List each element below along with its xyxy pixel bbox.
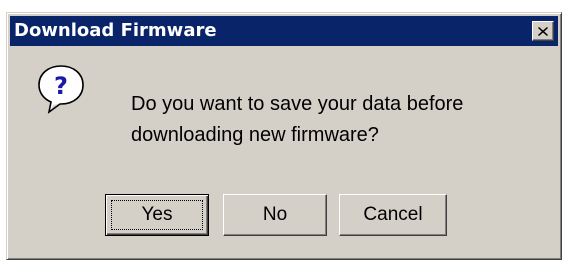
close-button[interactable] — [532, 21, 554, 41]
window-title: Download Firmware — [14, 20, 217, 41]
download-firmware-dialog: Download Firmware ? Do you want to save … — [6, 12, 562, 260]
cancel-button[interactable]: Cancel — [339, 194, 447, 236]
message-text: Do you want to save your data before dow… — [131, 89, 551, 151]
yes-button-label: Yes — [141, 204, 173, 225]
no-button[interactable]: No — [223, 194, 327, 236]
cancel-button-label: Cancel — [363, 204, 423, 225]
no-button-label: No — [262, 204, 288, 225]
message-line-2: downloading new firmware? — [131, 124, 379, 146]
question-icon: ? — [38, 65, 84, 114]
close-icon — [538, 26, 548, 36]
message-line-1: Do you want to save your data before — [131, 93, 464, 115]
svg-text:?: ? — [54, 72, 68, 100]
title-bar: Download Firmware — [10, 16, 558, 46]
yes-button[interactable]: Yes — [105, 194, 209, 236]
